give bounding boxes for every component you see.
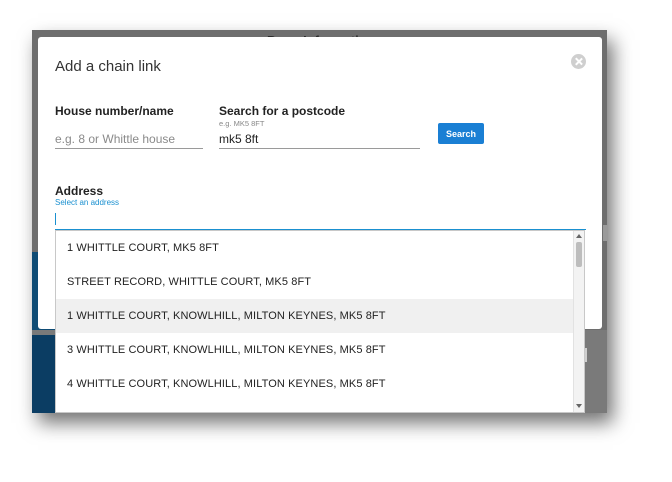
address-input-caret[interactable] [55,213,56,225]
scroll-thumb[interactable] [576,242,582,267]
background-right-line [603,225,607,241]
address-option-hovered[interactable]: 1 WHITTLE COURT, KNOWLHILL, MILTON KEYNE… [56,299,573,333]
address-option[interactable]: 4 WHITTLE COURT, KNOWLHILL, MILTON KEYNE… [56,367,573,401]
chevron-up-icon[interactable] [576,234,582,238]
address-helper-text: Select an address [55,198,120,207]
house-number-label: House number/name [55,104,174,118]
background-dark-bar [32,335,56,413]
postcode-label: Search for a postcode [219,104,346,118]
address-dropdown[interactable]: 1 WHITTLE COURT, MK5 8FT STREET RECORD, … [55,230,585,413]
chevron-down-icon[interactable] [576,404,582,408]
screen-capture: Pro... Information red Add a chain link … [32,30,607,413]
address-option[interactable]: 1 WHITTLE COURT, MK5 8FT [56,231,573,265]
postcode-input[interactable] [219,129,420,149]
postcode-hint: e.g. MK5 8FT [219,119,265,128]
address-label: Address [55,184,104,198]
address-option[interactable]: 3 WHITTLE COURT, KNOWLHILL, MILTON KEYNE… [56,333,573,367]
house-number-input[interactable] [55,129,203,149]
close-icon[interactable] [571,54,586,69]
address-option[interactable]: STREET RECORD, WHITTLE COURT, MK5 8FT [56,265,573,299]
search-button[interactable]: Search [438,123,484,144]
dropdown-scrollbar[interactable] [573,231,584,412]
modal-title: Add a chain link [55,58,161,75]
